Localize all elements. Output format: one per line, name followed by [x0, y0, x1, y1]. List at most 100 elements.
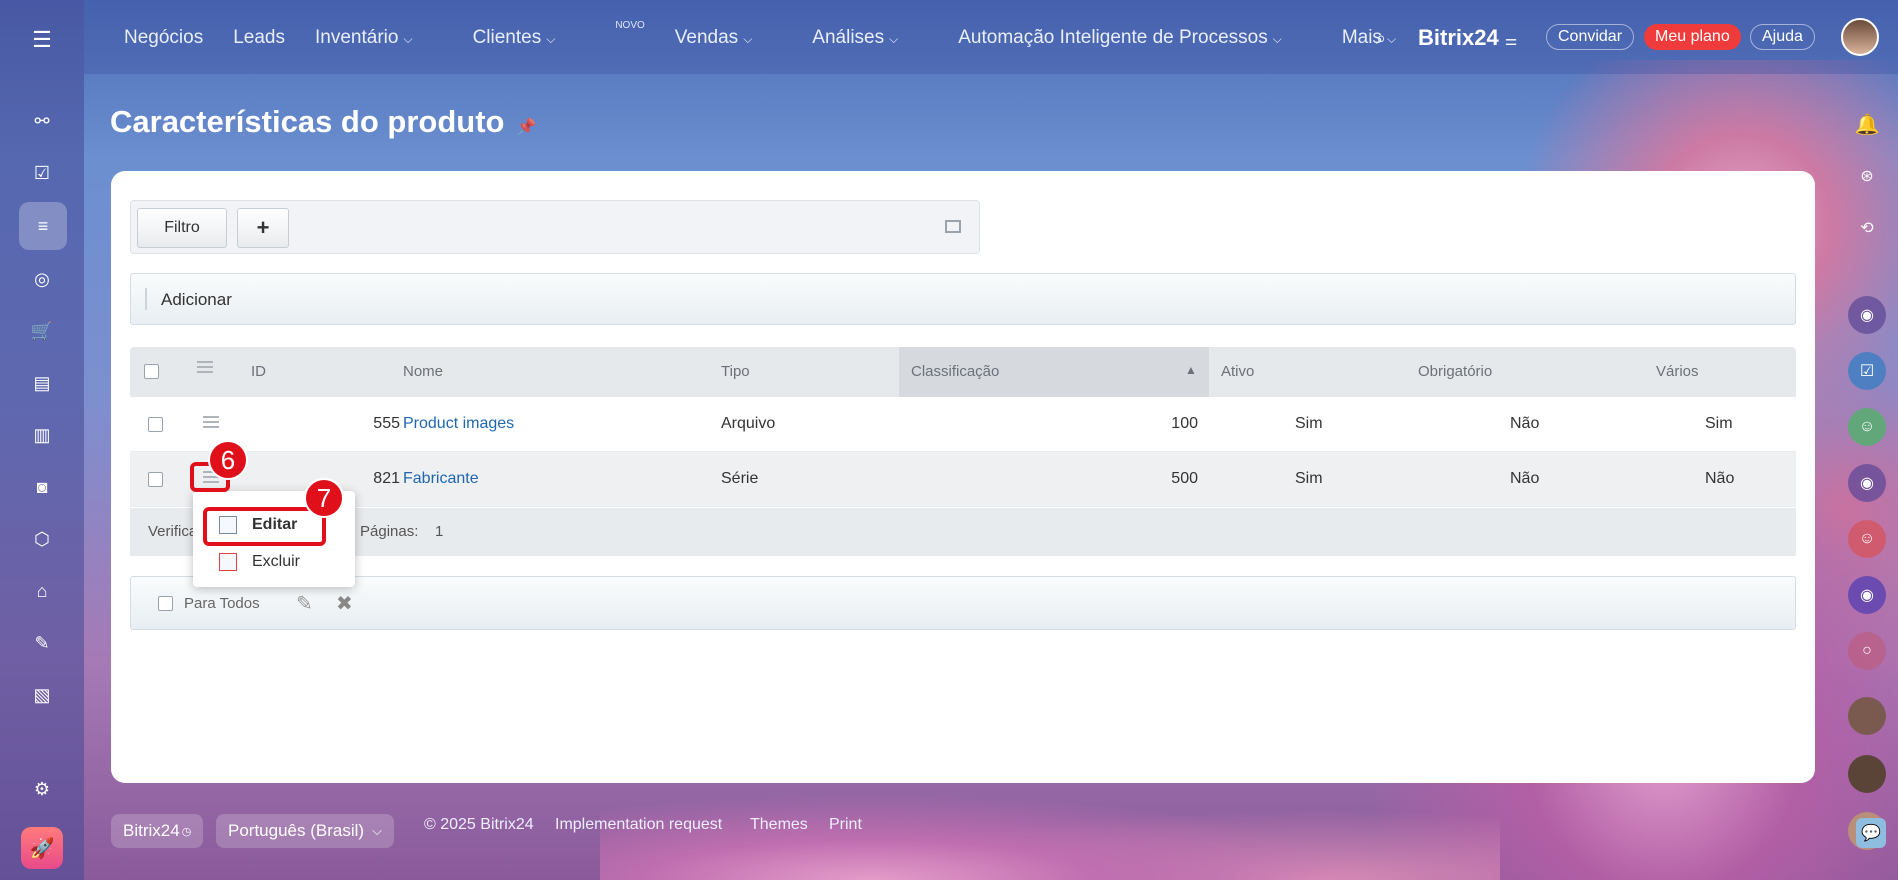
- channel-icon[interactable]: ◉: [1848, 464, 1886, 502]
- brand-label: Bitrix24: [1418, 25, 1499, 50]
- header-active[interactable]: Ativo: [1221, 363, 1254, 380]
- group-icon[interactable]: ☺: [1848, 408, 1886, 446]
- background-flower-bottom: [600, 770, 1500, 880]
- help-button[interactable]: Ajuda: [1750, 24, 1815, 50]
- novo-badge: NOVO: [615, 20, 645, 31]
- for-all-checkbox[interactable]: [158, 596, 173, 611]
- tasks-app-icon[interactable]: ☑: [1848, 352, 1886, 390]
- nav-item-leads[interactable]: Leads: [233, 27, 285, 49]
- select-all-checkbox[interactable]: [144, 364, 159, 379]
- channel-icon[interactable]: ◉: [1848, 576, 1886, 614]
- invite-button[interactable]: Convidar: [1546, 24, 1635, 50]
- header-id[interactable]: ID: [251, 363, 266, 380]
- header-sort[interactable]: Classificação: [911, 363, 999, 380]
- table-footer: Verifica Páginas: 1: [130, 508, 1796, 556]
- cell-name-link[interactable]: Fabricante: [403, 470, 479, 488]
- pin-icon[interactable]: 📌: [516, 119, 536, 136]
- header-multiple[interactable]: Vários: [1656, 363, 1699, 380]
- checked-count-label: Verifica: [148, 523, 198, 540]
- expand-window-icon[interactable]: [945, 220, 961, 233]
- table-header: ID Nome Tipo Classificação ▲ Ativo Obrig…: [130, 347, 1796, 397]
- crm-icon[interactable]: ⚯: [27, 106, 57, 136]
- sign-icon[interactable]: ✎: [27, 628, 57, 658]
- nav-item-negocios[interactable]: Negócios: [124, 27, 203, 49]
- row-checkbox[interactable]: [148, 472, 163, 487]
- add-filter-button[interactable]: +: [237, 208, 289, 248]
- page-title-text: Características do produto: [110, 104, 505, 139]
- main-nav: Negócios Leads Inventário ⌵ Clientes ⌵ NOV…: [124, 20, 1456, 49]
- rocket-icon[interactable]: 🚀: [21, 827, 63, 869]
- target-icon[interactable]: ◎: [27, 264, 57, 294]
- highlight-edit-item: [203, 507, 326, 546]
- footer-brand[interactable]: Bitrix24 ◷: [111, 814, 204, 848]
- user-avatar[interactable]: [1841, 18, 1879, 56]
- row-checkbox[interactable]: [148, 417, 163, 432]
- chat-icon[interactable]: 💬: [1856, 818, 1886, 848]
- menu-icon[interactable]: ☰: [27, 25, 57, 55]
- cell-id: 555: [373, 415, 400, 432]
- nav-item-automacao-label: Automação Inteligente de Processos: [958, 27, 1268, 48]
- cart-icon[interactable]: 🛒: [27, 316, 57, 346]
- open-channel-icon[interactable]: ◉: [1848, 296, 1886, 334]
- box-icon[interactable]: ⬡: [27, 524, 57, 554]
- step-badge-7: 7: [304, 478, 344, 518]
- chat-search-icon[interactable]: ⟲: [1848, 209, 1886, 247]
- circle-icon[interactable]: ○: [1848, 632, 1886, 670]
- chevron-down-icon: ⌵: [743, 32, 753, 46]
- print-link[interactable]: Print: [829, 816, 862, 834]
- edit-pencil-icon[interactable]: ✎: [296, 591, 313, 616]
- chevron-down-icon: ⌵: [1272, 32, 1282, 46]
- nav-item-analises-label: Análises: [812, 27, 885, 48]
- nav-item-inventario[interactable]: Inventário ⌵: [315, 27, 443, 49]
- my-plan-button[interactable]: Meu plano: [1644, 24, 1741, 50]
- chevron-down-icon: ⌵: [889, 32, 899, 46]
- language-select[interactable]: Português (Brasil) ⌵: [216, 814, 394, 848]
- contact-avatar[interactable]: [1848, 755, 1886, 793]
- search-icon[interactable]: ⌕: [1376, 28, 1386, 49]
- bulk-actions-bar: Para Todos ✎ ✖: [130, 576, 1796, 630]
- tasks-icon[interactable]: ☑: [27, 158, 57, 188]
- users-icon[interactable]: ☺: [1848, 520, 1886, 558]
- nav-item-automacao[interactable]: Automação Inteligente de Processos ⌵: [958, 27, 1312, 49]
- nav-item-vendas-label: Vendas: [674, 27, 739, 48]
- implementation-link[interactable]: Implementation request: [555, 816, 722, 834]
- catalog-icon[interactable]: ≡: [19, 202, 67, 250]
- contact-avatar[interactable]: [1848, 697, 1886, 735]
- pages-count: 1: [435, 523, 444, 540]
- cell-name-link[interactable]: Product images: [403, 415, 514, 433]
- column-settings-icon[interactable]: [197, 361, 213, 373]
- cell-required: Não: [1510, 470, 1540, 487]
- menu-item-delete[interactable]: Excluir: [252, 553, 300, 571]
- copilot-icon[interactable]: ⊛: [1848, 157, 1886, 195]
- header-type[interactable]: Tipo: [721, 363, 750, 380]
- cell-type: Série: [721, 470, 759, 487]
- document-icon[interactable]: ▧: [27, 680, 57, 710]
- clock-icon: ◷: [181, 825, 192, 838]
- bell-icon[interactable]: 🔔: [1848, 105, 1886, 143]
- delete-x-icon[interactable]: ✖: [336, 591, 353, 616]
- settings-sliders-icon[interactable]: ⚌: [1505, 32, 1518, 48]
- warehouse-icon[interactable]: ⌂: [27, 576, 57, 606]
- nav-item-analises[interactable]: Análises ⌵: [812, 27, 928, 49]
- robot-icon[interactable]: ◙: [27, 472, 57, 502]
- nav-item-vendas[interactable]: NOVO Vendas ⌵: [615, 20, 782, 49]
- brand-logo[interactable]: Bitrix24 ⚌: [1418, 25, 1517, 51]
- header-required[interactable]: Obrigatório: [1418, 363, 1492, 380]
- sort-asc-icon: ▲: [1185, 363, 1197, 377]
- row-menu-icon[interactable]: [203, 416, 219, 428]
- contact-card-icon[interactable]: ▤: [27, 368, 57, 398]
- filter-button[interactable]: Filtro: [137, 208, 227, 248]
- nav-item-clientes[interactable]: Clientes ⌵: [473, 27, 586, 49]
- cell-id: 821: [373, 470, 400, 487]
- chevron-down-icon: ⌵: [1386, 32, 1397, 46]
- settings-gear-icon[interactable]: ⚙: [27, 774, 57, 804]
- themes-link[interactable]: Themes: [750, 816, 808, 834]
- add-button[interactable]: Adicionar: [161, 290, 232, 310]
- table-row: 821 Fabricante Série 500 Sim Não Não: [130, 452, 1796, 507]
- header-name[interactable]: Nome: [403, 363, 443, 380]
- cell-multiple: Não: [1705, 470, 1735, 487]
- cell-sort: 500: [1171, 470, 1198, 487]
- delete-icon: [219, 553, 237, 571]
- table-row: 555 Product images Arquivo 100 Sim Não S…: [130, 397, 1796, 452]
- analytics-icon[interactable]: ▥: [27, 420, 57, 450]
